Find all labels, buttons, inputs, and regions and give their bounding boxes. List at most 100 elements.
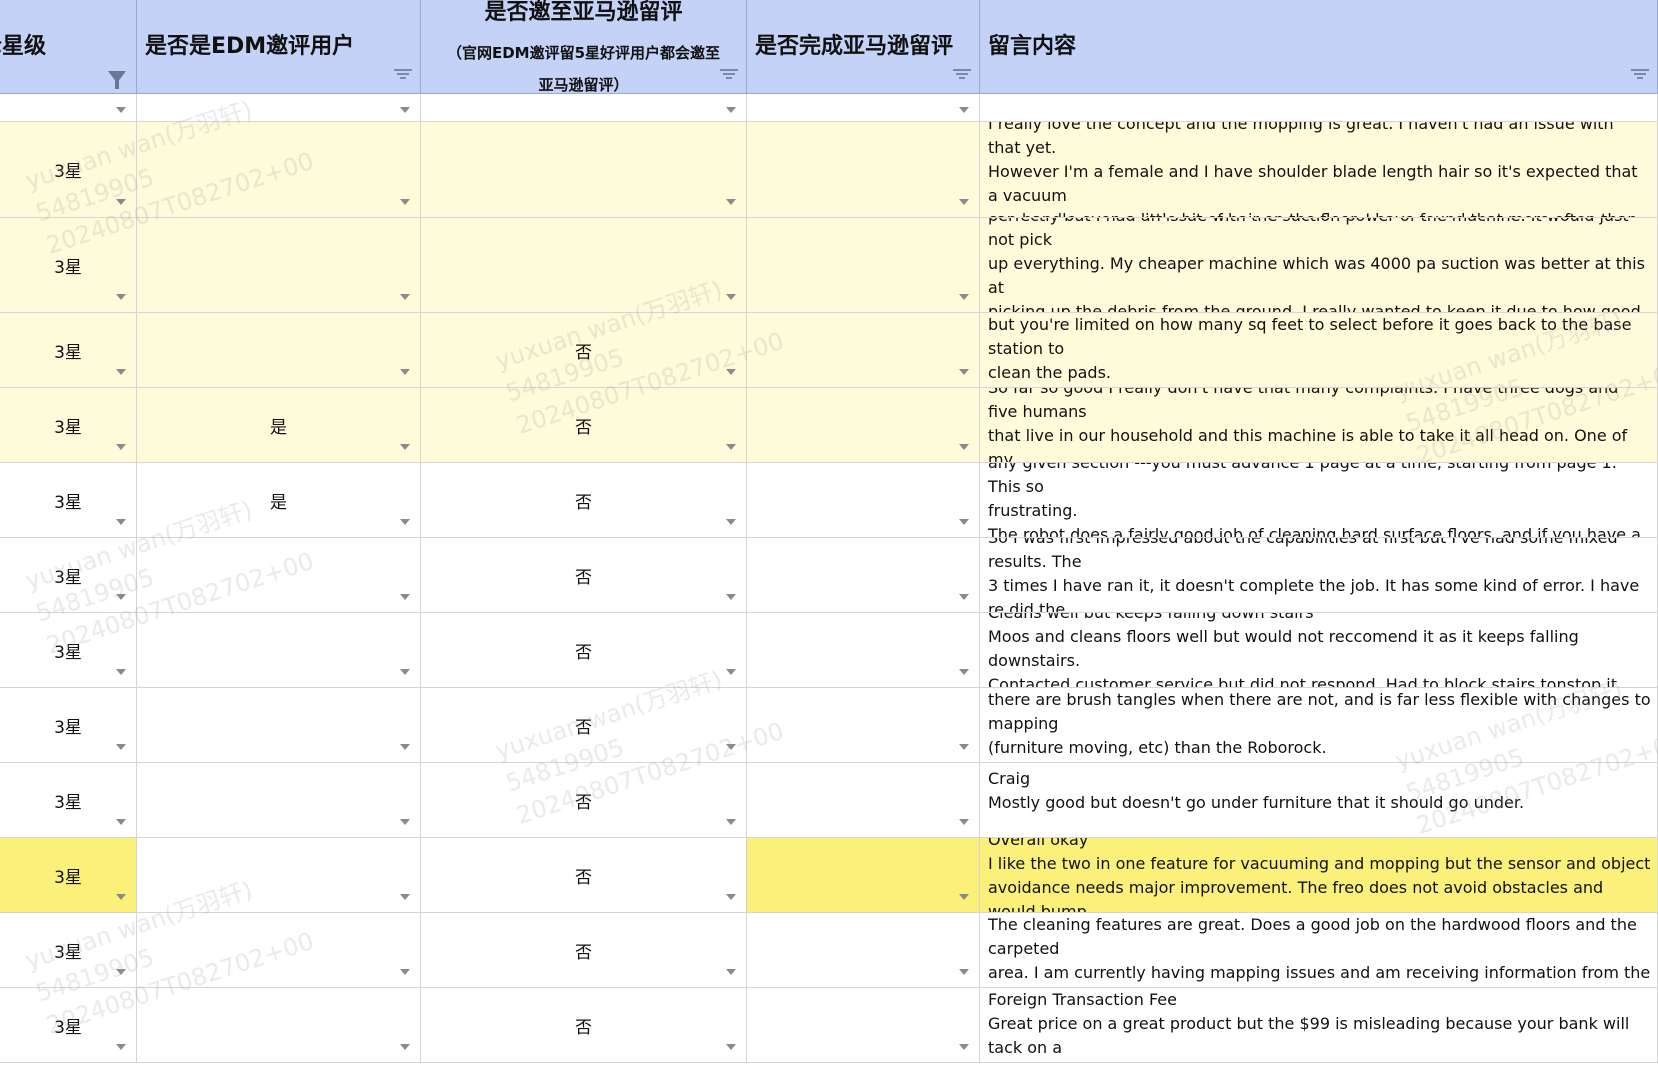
chevron-down-icon[interactable]: [116, 369, 126, 375]
chevron-down-icon[interactable]: [400, 107, 410, 113]
comment-cell[interactable]: but you're limited on how many sq feet t…: [980, 313, 1658, 388]
comment-cell[interactable]: any given section ---you must advance 1 …: [980, 463, 1658, 538]
chevron-down-icon[interactable]: [959, 1044, 969, 1050]
active-filter-icon[interactable]: [108, 71, 126, 89]
edm-user-cell[interactable]: [137, 688, 421, 763]
comment-cell[interactable]: Craig Mostly good but doesn't go under fu…: [980, 763, 1658, 838]
amazon-invited-cell[interactable]: 否: [421, 838, 747, 913]
amazon-invited-cell[interactable]: 否: [421, 538, 747, 613]
filter-row-cell[interactable]: [747, 94, 980, 122]
star-rating-cell[interactable]: 3星: [0, 613, 137, 688]
header-comment[interactable]: 留言内容: [980, 0, 1658, 94]
amazon-invited-cell[interactable]: 否: [421, 613, 747, 688]
chevron-down-icon[interactable]: [726, 594, 736, 600]
edm-user-cell[interactable]: [137, 218, 421, 313]
amazon-invited-cell[interactable]: 否: [421, 913, 747, 988]
review-done-cell[interactable]: [747, 313, 980, 388]
chevron-down-icon[interactable]: [726, 969, 736, 975]
review-done-cell[interactable]: [747, 988, 980, 1063]
amazon-invited-cell[interactable]: [421, 122, 747, 218]
chevron-down-icon[interactable]: [400, 444, 410, 450]
star-rating-cell[interactable]: 3星: [0, 218, 137, 313]
chevron-down-icon[interactable]: [116, 444, 126, 450]
chevron-down-icon[interactable]: [400, 519, 410, 525]
review-done-cell[interactable]: [747, 913, 980, 988]
filter-icon[interactable]: [720, 69, 738, 81]
amazon-invited-cell[interactable]: [421, 218, 747, 313]
review-done-cell[interactable]: [747, 688, 980, 763]
review-done-cell[interactable]: [747, 463, 980, 538]
edm-user-cell[interactable]: [137, 313, 421, 388]
amazon-invited-cell[interactable]: 否: [421, 388, 747, 463]
edm-user-cell[interactable]: [137, 122, 421, 218]
edm-user-cell[interactable]: [137, 988, 421, 1063]
chevron-down-icon[interactable]: [116, 519, 126, 525]
review-done-cell[interactable]: [747, 218, 980, 313]
filter-row-cell[interactable]: [137, 94, 421, 122]
chevron-down-icon[interactable]: [726, 1044, 736, 1050]
chevron-down-icon[interactable]: [116, 969, 126, 975]
comment-cell[interactable]: So far so good I really don't have that …: [980, 388, 1658, 463]
edm-user-cell[interactable]: 是: [137, 388, 421, 463]
edm-user-cell[interactable]: [137, 913, 421, 988]
chevron-down-icon[interactable]: [959, 107, 969, 113]
edm-user-cell[interactable]: [137, 763, 421, 838]
chevron-down-icon[interactable]: [959, 819, 969, 825]
chevron-down-icon[interactable]: [959, 294, 969, 300]
comment-cell[interactable]: Foreign Transaction Fee Great price on a …: [980, 988, 1658, 1063]
chevron-down-icon[interactable]: [116, 744, 126, 750]
comment-cell[interactable]: perfectly but I had an issue with the su…: [980, 218, 1658, 313]
chevron-down-icon[interactable]: [116, 594, 126, 600]
chevron-down-icon[interactable]: [400, 594, 410, 600]
chevron-down-icon[interactable]: [726, 744, 736, 750]
chevron-down-icon[interactable]: [726, 369, 736, 375]
star-rating-cell[interactable]: 3星: [0, 463, 137, 538]
chevron-down-icon[interactable]: [726, 519, 736, 525]
review-done-cell[interactable]: [747, 613, 980, 688]
chevron-down-icon[interactable]: [116, 294, 126, 300]
chevron-down-icon[interactable]: [400, 819, 410, 825]
star-rating-cell[interactable]: 3星: [0, 313, 137, 388]
header-edm-user[interactable]: 是否是EDM邀评用户: [137, 0, 421, 94]
chevron-down-icon[interactable]: [726, 107, 736, 113]
edm-user-cell[interactable]: [137, 838, 421, 913]
edm-user-cell[interactable]: [137, 613, 421, 688]
header-star-rating[interactable]: 轮星级: [0, 0, 137, 94]
chevron-down-icon[interactable]: [116, 199, 126, 205]
chevron-down-icon[interactable]: [959, 894, 969, 900]
comment-cell[interactable]: there are brush tangles when there are n…: [980, 688, 1658, 763]
amazon-invited-cell[interactable]: 否: [421, 463, 747, 538]
chevron-down-icon[interactable]: [726, 444, 736, 450]
header-amazon-review-done[interactable]: 是否完成亚马逊留评: [747, 0, 980, 94]
chevron-down-icon[interactable]: [959, 199, 969, 205]
comment-cell[interactable]: The cleaning features are great. Does a …: [980, 913, 1658, 988]
chevron-down-icon[interactable]: [116, 107, 126, 113]
chevron-down-icon[interactable]: [116, 894, 126, 900]
chevron-down-icon[interactable]: [116, 1044, 126, 1050]
chevron-down-icon[interactable]: [116, 669, 126, 675]
chevron-down-icon[interactable]: [726, 294, 736, 300]
amazon-invited-cell[interactable]: 否: [421, 688, 747, 763]
chevron-down-icon[interactable]: [400, 199, 410, 205]
filter-icon[interactable]: [1631, 69, 1649, 81]
star-rating-cell[interactable]: 3星: [0, 988, 137, 1063]
comment-cell[interactable]: Cleans well but keeps falling down stair…: [980, 613, 1658, 688]
chevron-down-icon[interactable]: [400, 969, 410, 975]
star-rating-cell[interactable]: 3星: [0, 763, 137, 838]
filter-icon[interactable]: [394, 69, 412, 81]
chevron-down-icon[interactable]: [400, 294, 410, 300]
filter-row-cell[interactable]: [421, 94, 747, 122]
chevron-down-icon[interactable]: [726, 669, 736, 675]
comment-cell[interactable]: I really love the concept and the moppin…: [980, 122, 1658, 218]
comment-cell[interactable]: Overall okay I like the two in one featur…: [980, 838, 1658, 913]
filter-row-cell[interactable]: [0, 94, 137, 122]
chevron-down-icon[interactable]: [400, 1044, 410, 1050]
amazon-invited-cell[interactable]: 否: [421, 313, 747, 388]
filter-icon[interactable]: [953, 69, 971, 81]
chevron-down-icon[interactable]: [726, 894, 736, 900]
chevron-down-icon[interactable]: [400, 744, 410, 750]
chevron-down-icon[interactable]: [116, 819, 126, 825]
chevron-down-icon[interactable]: [959, 969, 969, 975]
chevron-down-icon[interactable]: [959, 519, 969, 525]
star-rating-cell[interactable]: 3星: [0, 913, 137, 988]
